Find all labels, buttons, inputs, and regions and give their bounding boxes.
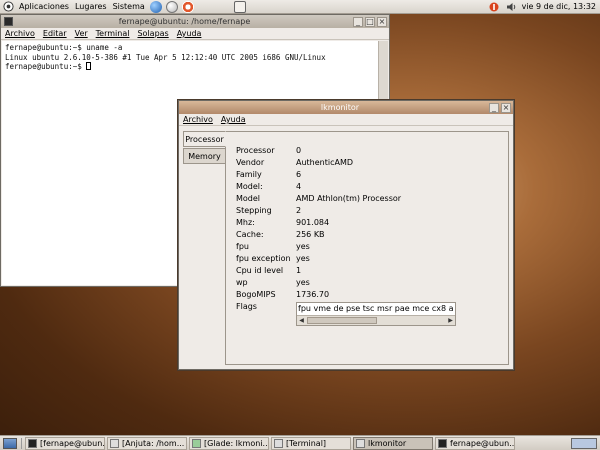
terminal-prompt-line: fernape@ubuntu:~$ bbox=[5, 62, 375, 72]
task-label: [Glade: lkmoni... bbox=[204, 438, 269, 448]
close-button[interactable]: × bbox=[501, 102, 511, 113]
tab-processor[interactable]: Processor bbox=[183, 131, 226, 147]
info-value: yes bbox=[296, 254, 310, 263]
menu-ayuda[interactable]: Ayuda bbox=[217, 115, 250, 124]
info-value: 901.084 bbox=[296, 218, 330, 227]
info-key: Cpu id level bbox=[236, 266, 284, 275]
workspace-switcher[interactable] bbox=[571, 437, 597, 449]
lkmonitor-window: lkmonitor _ × Archivo Ayuda Processor Me… bbox=[178, 100, 514, 370]
lkmonitor-task-icon bbox=[356, 438, 365, 448]
taskbar-button[interactable]: fernape@ubun... bbox=[435, 436, 515, 450]
info-key: Stepping bbox=[236, 206, 272, 215]
email-launcher-icon[interactable] bbox=[165, 0, 178, 13]
minimize-button[interactable]: _ bbox=[489, 102, 499, 113]
lkmonitor-content: Processor Memory Processor 0 Vendor Authen… bbox=[180, 127, 512, 368]
update-notifier-icon[interactable] bbox=[489, 1, 500, 12]
terminal-prompt: fernape@ubuntu:~$ bbox=[5, 62, 87, 71]
flags-field[interactable]: fpu vme de pse tsc msr pae mce cx8 apic … bbox=[296, 302, 456, 326]
ubuntu-logo-icon[interactable] bbox=[2, 1, 14, 13]
info-key: Family bbox=[236, 170, 262, 179]
menu-ayuda[interactable]: Ayuda bbox=[173, 29, 206, 38]
info-key: Model bbox=[236, 194, 261, 203]
system-tray: vie 9 de dic, 13:32 bbox=[486, 0, 600, 14]
info-key: Processor bbox=[236, 146, 275, 155]
info-value: yes bbox=[296, 242, 310, 251]
task-label: [Terminal] bbox=[286, 438, 327, 448]
lkmonitor-menubar: Archivo Ayuda bbox=[179, 114, 513, 126]
menu-aplicaciones[interactable]: Aplicaciones bbox=[16, 0, 72, 14]
menu-solapas[interactable]: Solapas bbox=[133, 29, 172, 38]
info-value: yes bbox=[296, 278, 310, 287]
tab-memory[interactable]: Memory bbox=[183, 148, 226, 164]
web-browser-launcher-icon[interactable] bbox=[149, 0, 162, 13]
lkmonitor-title: lkmonitor bbox=[320, 103, 360, 112]
flags-scrollbar[interactable]: ◀ ▶ bbox=[297, 315, 455, 325]
terminal-task-icon bbox=[438, 438, 447, 448]
menu-archivo[interactable]: Archivo bbox=[1, 29, 39, 38]
task-label: lkmonitor bbox=[368, 438, 407, 448]
info-value: AuthenticAMD bbox=[296, 158, 354, 167]
show-desktop-icon[interactable] bbox=[3, 437, 17, 449]
task-label: [fernape@ubun... bbox=[40, 438, 105, 448]
info-key: fpu exception bbox=[236, 254, 291, 263]
info-value: 1736.70 bbox=[296, 290, 330, 299]
info-value: 0 bbox=[296, 146, 302, 155]
panel-separator bbox=[21, 437, 22, 449]
menu-ver[interactable]: Ver bbox=[71, 29, 92, 38]
bottom-panel: [fernape@ubun... [Anjuta: /hom... [Glade… bbox=[0, 435, 600, 450]
info-key: Model: bbox=[236, 182, 263, 191]
minimize-button[interactable]: _ bbox=[353, 16, 363, 27]
info-key: Mhz: bbox=[236, 218, 255, 227]
terminal-line: fernape@ubuntu:~$ uname -a bbox=[5, 43, 123, 52]
info-key: Cache: bbox=[236, 230, 264, 239]
glade-task-icon bbox=[192, 438, 201, 448]
taskbar-button[interactable]: [Terminal] bbox=[271, 436, 351, 450]
task-label: [Anjuta: /hom... bbox=[122, 438, 185, 448]
terminal-task-icon bbox=[28, 438, 37, 448]
top-panel: Aplicaciones Lugares Sistema vie 9 de di… bbox=[0, 0, 600, 14]
menu-editar[interactable]: Editar bbox=[39, 29, 71, 38]
info-value: 2 bbox=[296, 206, 302, 215]
text-cursor bbox=[86, 62, 92, 70]
flags-label: Flags bbox=[236, 302, 257, 311]
terminal-menubar: Archivo Editar Ver Terminal Solapas Ayud… bbox=[1, 28, 389, 40]
taskbar-button[interactable]: [Anjuta: /hom... bbox=[107, 436, 187, 450]
info-key: wp bbox=[236, 278, 248, 287]
taskbar-button[interactable]: [fernape@ubun... bbox=[25, 436, 105, 450]
info-value: 256 KB bbox=[296, 230, 325, 239]
info-value: 4 bbox=[296, 182, 302, 191]
tab-list: Processor Memory bbox=[183, 131, 226, 165]
info-key: fpu bbox=[236, 242, 249, 251]
menu-archivo[interactable]: Archivo bbox=[179, 115, 217, 124]
taskbar-button[interactable]: [Glade: lkmoni... bbox=[189, 436, 269, 450]
help-launcher-icon[interactable] bbox=[181, 0, 194, 13]
flags-value: fpu vme de pse tsc msr pae mce cx8 apic bbox=[298, 304, 454, 313]
scroll-thumb[interactable] bbox=[307, 317, 377, 324]
menu-lugares[interactable]: Lugares bbox=[72, 0, 110, 14]
terminal-task-icon bbox=[274, 438, 283, 448]
taskbar-button-active[interactable]: lkmonitor bbox=[353, 436, 433, 450]
info-value: 6 bbox=[296, 170, 302, 179]
task-label: fernape@ubun... bbox=[450, 438, 515, 448]
terminal-window-icon bbox=[4, 17, 13, 26]
clock[interactable]: vie 9 de dic, 13:32 bbox=[520, 2, 600, 11]
maximize-button[interactable]: □ bbox=[365, 16, 375, 27]
scroll-left-icon[interactable]: ◀ bbox=[297, 316, 306, 325]
terminal-titlebar[interactable]: fernape@ubuntu: /home/fernape _ □ × bbox=[1, 15, 389, 28]
terminal-title: fernape@ubuntu: /home/fernape bbox=[118, 17, 251, 26]
info-value: AMD Athlon(tm) Processor bbox=[296, 194, 402, 203]
menu-terminal[interactable]: Terminal bbox=[92, 29, 134, 38]
info-key: BogoMIPS bbox=[236, 290, 276, 299]
volume-icon[interactable] bbox=[506, 1, 517, 12]
close-button[interactable]: × bbox=[377, 16, 387, 27]
processor-page: Processor 0 Vendor AuthenticAMD Family 6 Mo… bbox=[225, 131, 509, 365]
info-key: Vendor bbox=[236, 158, 265, 167]
lkmonitor-titlebar[interactable]: lkmonitor _ × bbox=[179, 101, 513, 114]
scroll-right-icon[interactable]: ▶ bbox=[446, 316, 455, 325]
app-launcher-icon[interactable] bbox=[233, 0, 246, 13]
terminal-line: Linux ubuntu 2.6.10-5-386 #1 Tue Apr 5 1… bbox=[5, 52, 326, 62]
info-value: 1 bbox=[296, 266, 302, 275]
anjuta-task-icon bbox=[110, 438, 119, 448]
menu-sistema[interactable]: Sistema bbox=[110, 0, 148, 14]
